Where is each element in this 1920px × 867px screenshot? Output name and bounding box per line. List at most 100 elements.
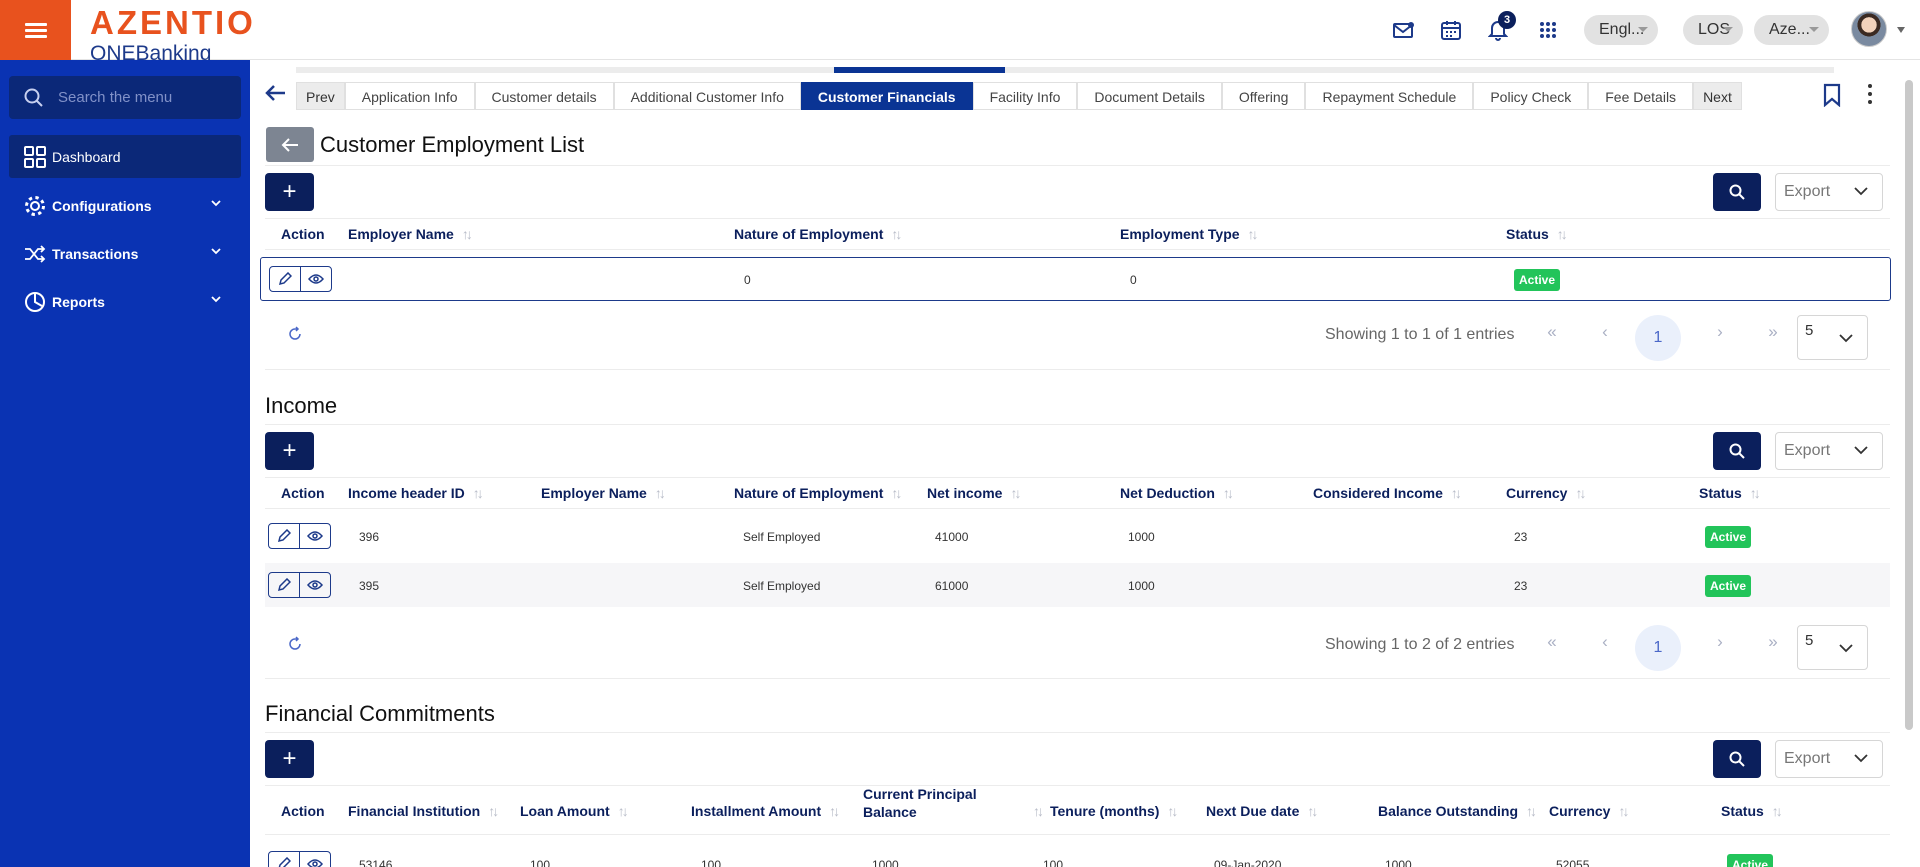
entity-select[interactable]: Aze... <box>1754 15 1829 45</box>
pie-chart-icon <box>25 291 45 312</box>
more-options-icon[interactable] <box>1868 84 1874 108</box>
calendar-icon[interactable] <box>1438 17 1464 43</box>
search-icon <box>1729 443 1745 459</box>
table-row[interactable]: 0 0 Active <box>260 257 1891 301</box>
tab-customer-details[interactable]: Customer details <box>474 82 614 110</box>
prev-page-button[interactable]: ‹ <box>1593 632 1617 652</box>
tab-customer-financials[interactable]: Customer Financials <box>800 82 973 110</box>
current-page-button[interactable]: 1 <box>1635 625 1681 671</box>
view-icon[interactable] <box>299 852 330 867</box>
table-row[interactable]: 53146 100 100 1000 100 09-Jan-2020 1000 … <box>265 836 1890 867</box>
last-page-button[interactable]: » <box>1761 322 1785 342</box>
last-page-button[interactable]: » <box>1761 632 1785 652</box>
column-header[interactable]: Nature of Employment ↑↓ <box>734 226 902 242</box>
column-header[interactable]: Tenure (months) ↑↓ <box>1050 803 1178 819</box>
tab-application-info[interactable]: Application Info <box>344 82 475 110</box>
column-header[interactable]: Net income ↑↓ <box>927 485 1021 501</box>
export-select[interactable]: Export <box>1775 432 1883 470</box>
prev-page-button[interactable]: ‹ <box>1593 322 1617 342</box>
tab-offering[interactable]: Offering <box>1221 82 1306 110</box>
brand-sub-logo: ONEBanking <box>90 44 212 60</box>
sidebar-item-transactions[interactable]: Transactions <box>9 232 241 275</box>
column-header[interactable]: Income header ID ↑↓ <box>348 485 484 501</box>
edit-icon[interactable] <box>269 524 299 548</box>
table-search-button[interactable] <box>1713 173 1761 211</box>
table-search-button[interactable] <box>1713 432 1761 470</box>
column-header[interactable]: Next Due date ↑↓ <box>1206 803 1318 819</box>
commitments-section: Financial Commitments + Export Action Fi… <box>265 699 1890 867</box>
back-arrow-icon[interactable] <box>264 84 286 102</box>
add-income-button[interactable]: + <box>265 432 314 470</box>
bookmark-icon[interactable] <box>1823 83 1841 107</box>
chevron-down-icon[interactable] <box>1897 27 1905 33</box>
back-button[interactable] <box>266 127 314 162</box>
column-header[interactable]: Installment Amount ↑↓ <box>691 803 840 819</box>
page-size-select[interactable]: 5 <box>1797 315 1868 360</box>
menu-search-input[interactable] <box>58 89 238 106</box>
mail-icon[interactable] <box>1391 17 1417 43</box>
tab-repayment-schedule[interactable]: Repayment Schedule <box>1305 82 1474 110</box>
tab-document-details[interactable]: Document Details <box>1077 82 1222 110</box>
column-header[interactable]: Status ↑↓ <box>1721 803 1783 819</box>
tab-prev-button[interactable]: Prev <box>296 82 345 110</box>
chevron-down-icon <box>1839 644 1853 653</box>
column-header[interactable]: Status ↑↓ <box>1506 226 1568 242</box>
pagination-info: Showing 1 to 2 of 2 entries <box>1325 636 1515 653</box>
first-page-button[interactable]: « <box>1540 322 1564 342</box>
column-header[interactable]: Loan Amount ↑↓ <box>520 803 629 819</box>
table-search-button[interactable] <box>1713 740 1761 778</box>
column-header[interactable]: Employer Name ↑↓ <box>541 485 666 501</box>
currency-cell: 23 <box>1514 530 1528 544</box>
nature-cell: 0 <box>744 273 751 287</box>
page-size-select[interactable]: 5 <box>1797 625 1868 670</box>
view-icon[interactable] <box>299 573 330 597</box>
menu-search[interactable] <box>9 76 241 119</box>
column-header[interactable]: Financial Institution ↑↓ <box>348 803 499 819</box>
column-header[interactable]: Nature of Employment ↑↓ <box>734 485 902 501</box>
tab-fee-details[interactable]: Fee Details <box>1588 82 1694 110</box>
view-icon[interactable] <box>300 267 331 291</box>
column-header[interactable]: Net Deduction ↑↓ <box>1120 485 1234 501</box>
tenure-cell: 100 <box>1043 858 1064 867</box>
refresh-icon[interactable] <box>287 326 303 342</box>
add-employment-button[interactable]: + <box>265 173 314 211</box>
column-header[interactable]: Considered Income ↑↓ <box>1313 485 1462 501</box>
column-header[interactable]: Status ↑↓ <box>1699 485 1761 501</box>
language-select[interactable]: Engl... <box>1584 15 1658 45</box>
column-header[interactable]: Current Principal Balance <box>863 785 981 821</box>
currency-cell: 23 <box>1514 579 1528 593</box>
sidebar-item-dashboard[interactable]: Dashboard <box>9 135 241 178</box>
current-page-button[interactable]: 1 <box>1635 315 1681 361</box>
sidebar-item-configurations[interactable]: Configurations <box>9 184 241 227</box>
add-commitment-button[interactable]: + <box>265 740 314 778</box>
export-select[interactable]: Export <box>1775 740 1883 778</box>
view-icon[interactable] <box>299 524 330 548</box>
table-row[interactable]: 396 Self Employed 41000 1000 23 Active <box>265 514 1890 558</box>
avatar[interactable] <box>1851 11 1887 47</box>
tab-policy-check[interactable]: Policy Check <box>1473 82 1589 110</box>
table-row[interactable]: 395 Self Employed 61000 1000 23 Active <box>265 563 1890 607</box>
tab-facility-info[interactable]: Facility Info <box>972 82 1078 110</box>
first-page-button[interactable]: « <box>1540 632 1564 652</box>
edit-icon[interactable] <box>269 573 299 597</box>
column-header[interactable]: Employment Type ↑↓ <box>1120 226 1259 242</box>
tab-next-button[interactable]: Next <box>1693 82 1742 110</box>
next-page-button[interactable]: › <box>1708 632 1732 652</box>
tab-additional-customer-info[interactable]: Additional Customer Info <box>613 82 801 110</box>
sidebar: Dashboard Configurations Transactions Re… <box>0 60 250 867</box>
next-page-button[interactable]: › <box>1708 322 1732 342</box>
column-header[interactable]: Employer Name ↑↓ <box>348 226 473 242</box>
edit-icon[interactable] <box>269 852 299 867</box>
scrollbar[interactable] <box>1905 80 1913 730</box>
apps-grid-icon[interactable] <box>1535 17 1561 43</box>
export-select[interactable]: Export <box>1775 173 1883 211</box>
notification-count-badge: 3 <box>1498 11 1516 29</box>
edit-icon[interactable] <box>270 267 300 291</box>
hamburger-menu-button[interactable] <box>0 0 71 60</box>
module-select[interactable]: LOS <box>1683 15 1743 45</box>
refresh-icon[interactable] <box>287 636 303 652</box>
column-header[interactable]: Currency ↑↓ <box>1506 485 1586 501</box>
column-header[interactable]: Balance Outstanding ↑↓ <box>1378 803 1537 819</box>
sidebar-item-reports[interactable]: Reports <box>9 280 241 323</box>
column-header[interactable]: Currency ↑↓ <box>1549 803 1629 819</box>
